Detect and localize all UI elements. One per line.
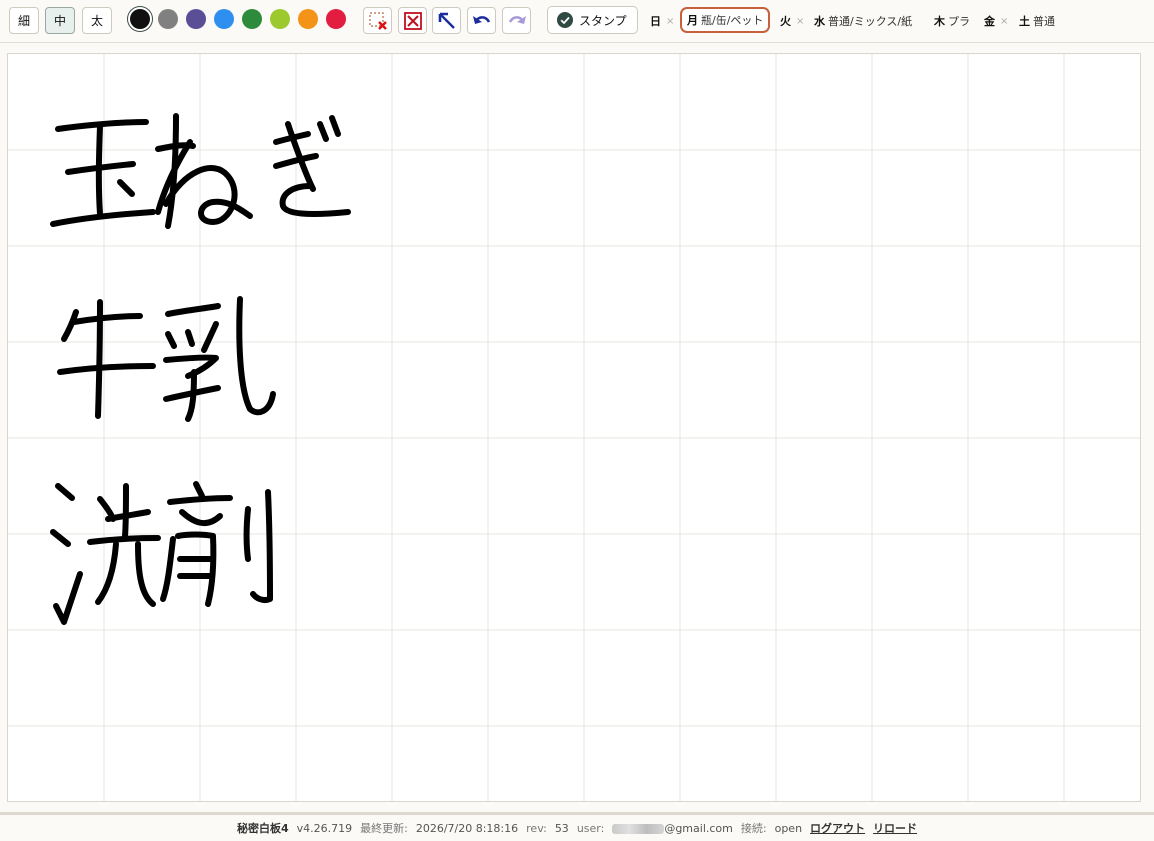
clear-selection-button[interactable]	[363, 7, 392, 34]
schedule-thursday[interactable]: 木プラ	[934, 13, 970, 29]
day-value: 普通/ミックス/紙	[828, 15, 913, 28]
schedule-sunday[interactable]: 日 ×	[650, 13, 674, 29]
remove-icon[interactable]: ×	[1000, 16, 1008, 27]
color-swatch-blue[interactable]	[214, 9, 234, 29]
day-label: 月	[687, 14, 698, 27]
schedule-monday[interactable]: 月瓶/缶/ペット	[680, 7, 771, 33]
clear-all-button[interactable]	[398, 7, 427, 34]
redo-icon	[508, 15, 526, 24]
connection-label: 接続:	[740, 822, 767, 835]
day-label: 日	[650, 15, 661, 28]
day-label: 金	[984, 15, 995, 28]
footer-status-bar: 秘密白板4 v4.26.719 最終更新: 2026/7/20 8:18:16 …	[0, 812, 1154, 841]
color-swatch-orange[interactable]	[298, 9, 318, 29]
user-email-domain: @gmail.com	[664, 821, 733, 835]
last-updated-label: 最終更新:	[360, 822, 408, 835]
day-value: 普通	[1033, 15, 1055, 28]
pen-width-medium-button[interactable]: 中	[45, 7, 75, 34]
color-swatch-green[interactable]	[242, 9, 262, 29]
app-name: 秘密白板4	[236, 822, 289, 835]
color-swatch-red[interactable]	[326, 9, 346, 29]
color-swatch-gray[interactable]	[158, 9, 178, 29]
day-value: プラ	[948, 15, 970, 28]
toolbar: 細 中 太 スタンプ 日 × 月 瓶/缶/ペット 火 × 水 普通/ミックス/紙…	[0, 0, 1154, 43]
day-label: 火	[780, 15, 791, 28]
logout-link[interactable]: ログアウト	[810, 820, 865, 836]
whiteboard-canvas[interactable]	[7, 53, 1141, 802]
remove-icon[interactable]: ×	[666, 16, 674, 27]
schedule-friday[interactable]: 金 ×	[984, 13, 1008, 29]
whiteboard-drawing	[8, 54, 1140, 801]
user-label: user:	[576, 821, 605, 835]
last-updated-value: 2026/7/20 8:18:16	[415, 821, 519, 835]
schedule-wednesday[interactable]: 水普通/ミックス/紙	[814, 13, 912, 29]
day-label: 木	[934, 15, 945, 28]
reload-link[interactable]: リロード	[873, 820, 917, 836]
undo-button[interactable]	[467, 7, 496, 34]
color-swatch-black[interactable]	[128, 7, 152, 31]
color-swatch-yellowgreen[interactable]	[270, 9, 290, 29]
user-email: @gmail.com	[612, 822, 733, 835]
stamp-button[interactable]: スタンプ	[547, 6, 638, 34]
connection-value: open	[774, 821, 803, 835]
stamp-label: スタンプ	[579, 13, 627, 28]
day-label: 土	[1019, 15, 1030, 28]
app-version: v4.26.719	[296, 821, 353, 835]
color-swatch-purple[interactable]	[186, 9, 206, 29]
pen-width-thick-button[interactable]: 太	[82, 7, 112, 34]
clear-selection-icon	[368, 11, 387, 30]
schedule-tuesday[interactable]: 火 ×	[780, 13, 804, 29]
check-circle-icon	[557, 12, 573, 28]
clear-all-icon	[403, 11, 422, 30]
undo-icon	[472, 15, 490, 24]
pen-width-thin-button[interactable]: 細	[9, 7, 39, 34]
rev-label: rev:	[526, 821, 547, 835]
schedule-saturday[interactable]: 土普通	[1019, 13, 1055, 29]
redo-button[interactable]	[502, 7, 531, 34]
day-value: 瓶/缶/ペット	[701, 14, 764, 27]
redacted-username	[612, 823, 665, 834]
remove-icon[interactable]: ×	[796, 16, 804, 27]
day-label: 水	[814, 15, 825, 28]
rev-value: 53	[554, 821, 569, 835]
select-tool-button[interactable]	[432, 7, 461, 34]
arrow-up-left-icon	[438, 12, 455, 29]
